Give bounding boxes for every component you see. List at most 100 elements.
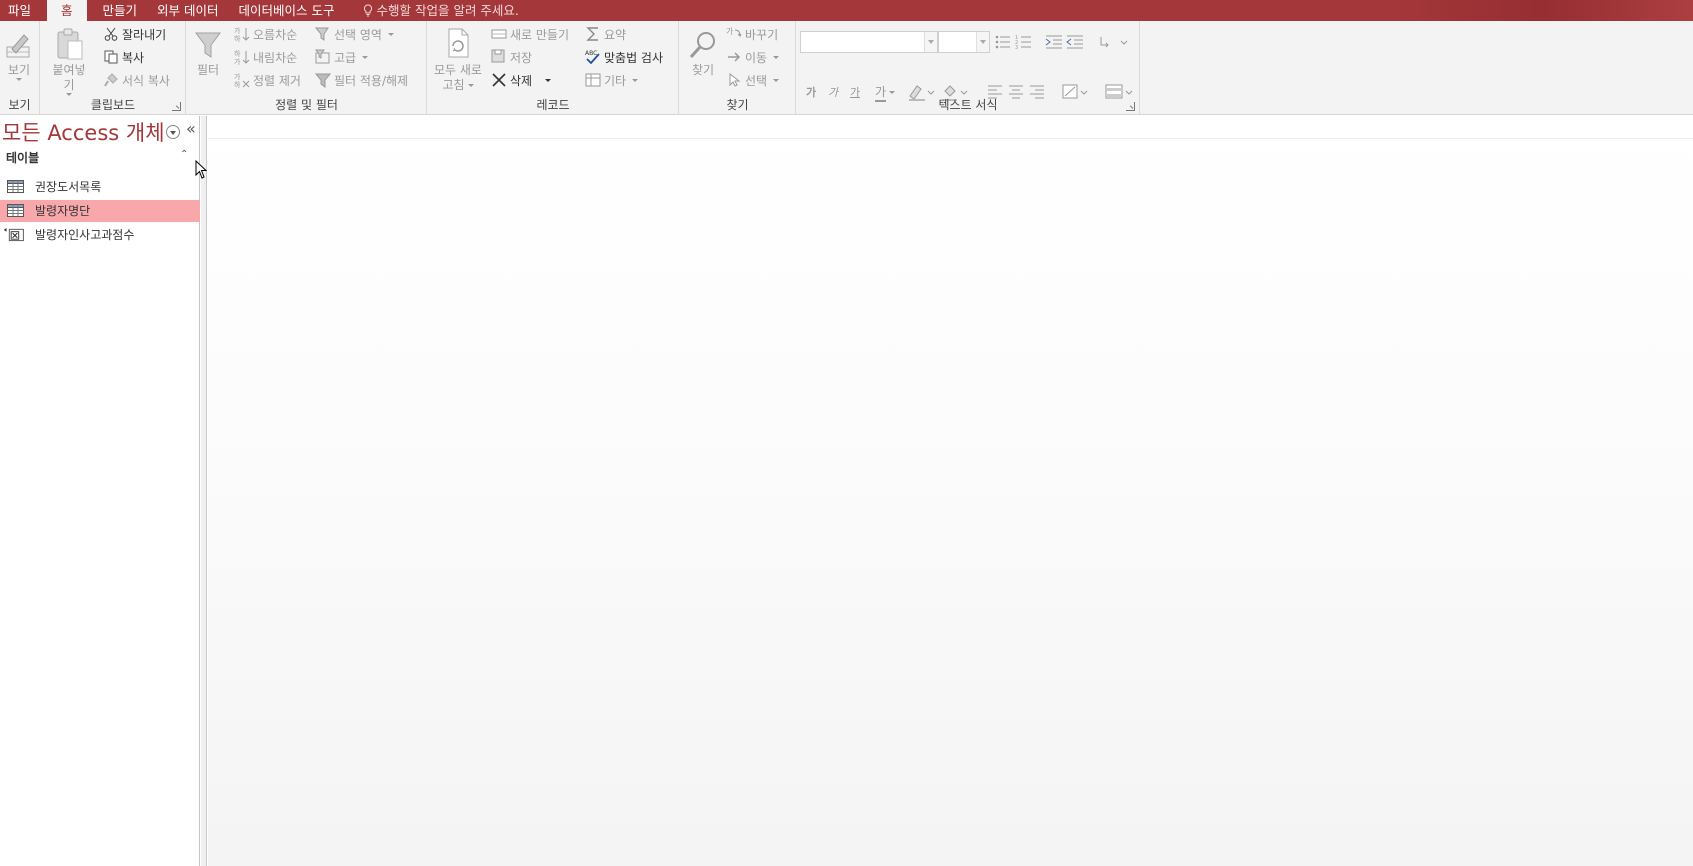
increase-indent-icon[interactable] (1045, 33, 1063, 51)
totals-button[interactable]: 요약 (585, 24, 626, 44)
nav-pane-title[interactable]: 모든 Access 개체 (2, 120, 165, 146)
view-button[interactable]: 보기 (3, 25, 35, 81)
group-label-sort-filter: 정렬 및 필터 (275, 98, 338, 112)
group-label-records: 레코드 (536, 98, 570, 112)
nav-item-table[interactable]: 권장도서목록 (0, 176, 200, 198)
table-icon (7, 204, 24, 217)
chevron-down-icon (362, 55, 369, 59)
delete-record-button[interactable]: 삭제 (491, 70, 552, 90)
goto-button[interactable]: 이동 (726, 47, 780, 67)
nav-pane-menu-dropdown-icon[interactable] (166, 125, 180, 139)
select-button[interactable]: 선택 (726, 70, 780, 90)
nav-item-label: 발령자인사고과점수 (35, 228, 135, 242)
tab-create[interactable]: 만들기 (93, 0, 148, 21)
copy-button[interactable]: 복사 (103, 47, 144, 67)
refresh-all-label-line2: 고침 (442, 78, 465, 92)
chevron-down-icon (467, 84, 474, 87)
filter-label: 필터 (196, 63, 220, 77)
tab-database-tools[interactable]: 데이터베이스 도구 (229, 0, 345, 21)
svg-text:하: 하 (234, 49, 241, 58)
tab-external-data[interactable]: 외부 데이터 (147, 0, 228, 21)
delete-x-icon (492, 73, 506, 87)
group-clipboard: 붙여넣기 잘라내기 복사 서식 복사 클립보드 (41, 21, 186, 115)
group-label-clipboard: 클립보드 (90, 98, 136, 112)
sort-ascending-label: 오름차순 (253, 27, 298, 42)
filter-button[interactable]: 필터 (192, 25, 224, 78)
refresh-icon (448, 28, 469, 58)
decrease-indent-icon[interactable] (1066, 33, 1084, 51)
view-button-label: 보기 (7, 63, 31, 77)
group-find: 찾기 가 바꾸기 이동 선택 찾기 (680, 21, 796, 115)
clipboard-dialog-launcher-icon[interactable] (172, 102, 181, 111)
format-painter-label: 서식 복사 (122, 73, 170, 88)
save-record-button[interactable]: 저장 (491, 47, 532, 67)
magnifier-icon (689, 32, 715, 59)
chevron-down-icon (773, 55, 780, 59)
toggle-filter-button[interactable]: 필터 적용/해제 (315, 70, 408, 90)
selection-filter-icon (315, 27, 329, 41)
section-collapse-icon[interactable]: ⌃ (180, 150, 188, 160)
nav-item-label: 권장도서목록 (35, 180, 102, 194)
navigation-pane: 모든 Access 개체 « 테이블 ⌃ 권장도서목록 발령자명단 발령자인사고… (0, 116, 200, 866)
text-formatting-dialog-launcher-icon[interactable] (1126, 102, 1135, 111)
advanced-filter-button[interactable]: 고급 (315, 47, 369, 67)
chevron-down-icon (889, 90, 896, 94)
svg-text:하: 하 (234, 34, 241, 42)
group-label-find: 찾기 (726, 98, 749, 112)
refresh-all-button[interactable]: 모두 새로 고침 (430, 25, 486, 93)
selection-filter-button[interactable]: 선택 영역 (315, 24, 394, 44)
nav-pane-splitter[interactable] (201, 116, 207, 866)
nav-item-linked-excel[interactable]: 발령자인사고과점수 (0, 224, 200, 246)
refresh-all-label-line1: 모두 새로 (434, 63, 482, 77)
chevron-down-icon (16, 78, 22, 81)
remove-sort-icon: 가하 (234, 72, 250, 88)
replace-button[interactable]: 가 바꾸기 (726, 24, 778, 44)
nav-section-header-tables[interactable]: 테이블 (6, 149, 192, 167)
format-painter-button[interactable]: 서식 복사 (103, 70, 170, 90)
tab-file[interactable]: 파일 (0, 0, 41, 21)
tell-me-box[interactable]: 수행할 작업을 알려 주세요. (345, 0, 519, 21)
paragraph-direction-icon[interactable] (1099, 33, 1129, 51)
more-label: 기타 (604, 73, 627, 88)
chevron-down-icon[interactable] (976, 32, 989, 52)
chevron-down-icon[interactable] (924, 32, 937, 52)
advanced-filter-icon (315, 49, 330, 64)
more-table-icon (585, 73, 601, 87)
group-text-formatting: 123 가 가 가 가 텍스트 서식 (797, 21, 1140, 115)
collapse-nav-pane-icon[interactable]: « (186, 121, 196, 137)
linked-excel-table-icon (3, 227, 24, 242)
scissors-icon (104, 27, 118, 41)
totals-label: 요약 (604, 27, 627, 42)
font-name-combo[interactable] (800, 31, 938, 53)
group-label-text-formatting: 텍스트 서식 (938, 98, 998, 112)
document-workspace (208, 116, 1693, 866)
paste-icon (57, 28, 83, 60)
sort-descending-button[interactable]: 하가 내림차순 (234, 47, 297, 67)
replace-label: 바꾸기 (745, 27, 779, 42)
paste-label: 붙여넣기 (52, 63, 86, 92)
new-record-icon (491, 29, 507, 39)
sort-ascending-button[interactable]: 가하 오름차순 (234, 24, 297, 44)
remove-sort-label: 정렬 제거 (253, 73, 301, 88)
chevron-down-icon (773, 78, 780, 82)
tab-home[interactable]: 홈 (47, 0, 87, 21)
numbered-list-icon[interactable]: 123 (1015, 33, 1033, 51)
bullet-list-icon[interactable] (994, 33, 1012, 51)
spelling-label: 맞춤법 검사 (604, 50, 664, 65)
new-record-label: 새로 만들기 (510, 27, 570, 42)
remove-sort-button[interactable]: 가하 정렬 제거 (234, 70, 301, 90)
cut-button[interactable]: 잘라내기 (103, 24, 166, 44)
spellcheck-icon: ABC (585, 50, 600, 65)
more-button[interactable]: 기타 (585, 70, 639, 90)
nav-item-label: 발령자명단 (35, 204, 91, 218)
chevron-down-icon (545, 78, 552, 82)
spelling-button[interactable]: ABC 맞춤법 검사 (585, 47, 663, 67)
svg-text:3: 3 (1015, 45, 1018, 51)
chevron-down-icon (387, 32, 394, 36)
svg-text:가: 가 (234, 26, 241, 35)
paste-button[interactable]: 붙여넣기 (47, 25, 91, 96)
new-record-button[interactable]: 새로 만들기 (491, 24, 569, 44)
font-size-combo[interactable] (938, 31, 990, 53)
nav-item-table-selected[interactable]: 발령자명단 (0, 200, 200, 222)
find-button[interactable]: 찾기 (688, 25, 718, 78)
